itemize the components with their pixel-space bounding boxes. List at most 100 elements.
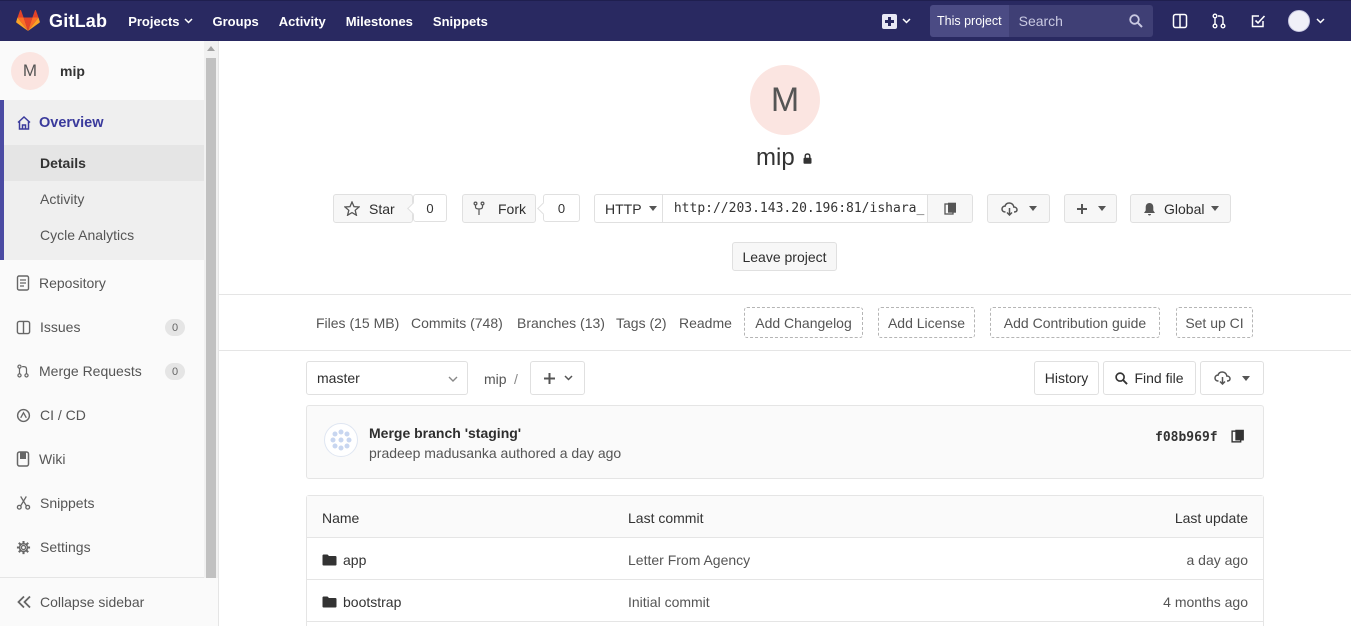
sidebar-item-repository[interactable]: Repository: [16, 275, 188, 291]
add-to-tree-dropdown[interactable]: [530, 361, 585, 395]
commit-author-line: pradeep madusanka authored a day ago: [369, 445, 622, 461]
project-name: mip: [756, 144, 795, 171]
scrollbar-thumb[interactable]: [206, 58, 216, 578]
todos-nav-button[interactable]: [1239, 13, 1278, 29]
ci-cd-icon: [16, 408, 31, 422]
search-input[interactable]: Search: [1008, 5, 1153, 37]
merge-requests-count-badge: 0: [165, 363, 185, 380]
commit-message-link[interactable]: Merge branch 'staging': [369, 425, 521, 441]
search-icon: [1115, 371, 1129, 385]
find-file-label: Find file: [1134, 370, 1184, 386]
sidebar-details-label: Details: [40, 155, 86, 171]
wiki-icon: [16, 451, 30, 467]
branches-stat-link[interactable]: Branches (13): [517, 315, 605, 331]
leave-project-button[interactable]: Leave project: [732, 242, 837, 271]
sidebar-project-link[interactable]: M mip: [11, 52, 85, 90]
main-nav: Projects Groups Activity Milestones Snip…: [128, 14, 508, 29]
star-count[interactable]: 0: [413, 194, 447, 222]
chevron-down-icon: [563, 375, 573, 381]
nav-projects[interactable]: Projects: [128, 14, 193, 29]
sidebar-item-merge-requests[interactable]: Merge Requests 0: [16, 363, 188, 380]
sidebar-wiki-label: Wiki: [39, 451, 66, 467]
user-menu-dropdown[interactable]: [1287, 10, 1325, 32]
caret-down-icon: [1242, 375, 1250, 381]
sidebar-settings-label: Settings: [40, 539, 91, 555]
search-scope-badge[interactable]: This project: [930, 5, 1009, 37]
commit-author-avatar[interactable]: [324, 423, 358, 457]
issues-nav-button[interactable]: [1161, 13, 1200, 29]
fork-button[interactable]: Fork: [462, 194, 536, 223]
sidebar-item-issues[interactable]: Issues 0: [16, 319, 188, 336]
copy-sha-button[interactable]: [1231, 429, 1245, 447]
last-update-time: 4 months ago: [1163, 594, 1248, 610]
search-icon: [1128, 14, 1143, 28]
fork-count[interactable]: 0: [543, 194, 580, 222]
add-contribution-guide-button[interactable]: Add Contribution guide: [990, 307, 1160, 338]
set-up-ci-button[interactable]: Set up CI: [1176, 307, 1253, 338]
download-cloud-icon: [1214, 371, 1231, 385]
nav-milestones[interactable]: Milestones: [346, 14, 413, 29]
branch-selector-dropdown[interactable]: master: [306, 361, 468, 395]
clone-protocol-label: HTTP: [605, 200, 642, 217]
sidebar-snippets-label: Snippets: [40, 495, 95, 511]
sidebar-item-overview[interactable]: Overview: [16, 115, 104, 131]
add-license-button[interactable]: Add License: [878, 307, 975, 338]
find-file-button[interactable]: Find file: [1103, 361, 1196, 395]
fork-icon: [473, 201, 485, 215]
last-update-time: a day ago: [1186, 552, 1249, 568]
history-button[interactable]: History: [1034, 361, 1099, 395]
last-commit-link[interactable]: Initial commit: [628, 594, 710, 610]
collapse-sidebar-button[interactable]: Collapse sidebar: [0, 577, 204, 626]
gitlab-home-link[interactable]: GitLab: [16, 10, 107, 32]
sidebar-scrollbar[interactable]: [204, 41, 218, 578]
sidebar-item-snippets[interactable]: Snippets: [16, 495, 188, 511]
file-name-link[interactable]: bootstrap: [322, 594, 401, 610]
clone-protocol-dropdown[interactable]: HTTP: [595, 195, 663, 222]
nav-snippets[interactable]: Snippets: [433, 14, 488, 29]
sidebar-project-name: mip: [60, 63, 85, 79]
download-cloud-icon: [1000, 201, 1018, 216]
new-dropdown-button[interactable]: [882, 13, 922, 29]
sidebar-item-settings[interactable]: Settings: [16, 539, 188, 555]
commit-sha-link[interactable]: f08b969f: [1155, 430, 1218, 445]
file-name-link[interactable]: app: [322, 552, 366, 568]
bell-icon: [1144, 202, 1155, 215]
sidebar-subitem-cycle-analytics[interactable]: Cycle Analytics: [40, 227, 134, 243]
clone-url-input[interactable]: http://203.143.20.196:81/ishara_: [663, 195, 929, 222]
sidebar-item-ci-cd[interactable]: CI / CD: [16, 407, 188, 423]
sidebar-overview-section: Overview Details Activity Cycle Analytic…: [0, 100, 204, 260]
star-label: Star: [369, 200, 395, 217]
issues-count-badge: 0: [165, 319, 185, 336]
files-stat-link[interactable]: Files (15 MB): [316, 315, 399, 331]
plus-icon: [543, 372, 555, 384]
star-count-value: 0: [426, 200, 434, 216]
stats-bottom-divider: [219, 350, 1351, 351]
search-box: This project Search: [930, 5, 1153, 37]
nav-activity[interactable]: Activity: [279, 14, 326, 29]
sidebar-subitem-details[interactable]: Details: [4, 145, 204, 181]
download-source-dropdown[interactable]: [1200, 361, 1264, 395]
fork-count-value: 0: [557, 200, 566, 216]
table-row: bootstrap Initial commit 4 months ago: [307, 580, 1263, 622]
add-dropdown-button[interactable]: [1064, 194, 1117, 223]
last-commit-link[interactable]: Letter From Agency: [628, 552, 750, 568]
sidebar-subitem-activity[interactable]: Activity: [40, 191, 84, 207]
nav-groups[interactable]: Groups: [213, 14, 259, 29]
download-dropdown-button[interactable]: [987, 194, 1050, 223]
todo-check-icon: [1251, 15, 1266, 28]
readme-link[interactable]: Readme: [679, 315, 732, 331]
breadcrumb-separator: /: [514, 371, 518, 387]
notification-dropdown-button[interactable]: Global: [1130, 194, 1231, 223]
scroll-up-arrow-icon[interactable]: [207, 46, 215, 51]
star-button[interactable]: Star: [333, 194, 413, 223]
double-chevron-left-icon: [17, 595, 31, 609]
commits-stat-link[interactable]: Commits (748): [411, 315, 503, 331]
add-changelog-button[interactable]: Add Changelog: [744, 307, 863, 338]
table-row: app Letter From Agency a day ago: [307, 538, 1263, 580]
sidebar-item-wiki[interactable]: Wiki: [16, 451, 188, 467]
tags-stat-link[interactable]: Tags (2): [616, 315, 667, 331]
copy-url-button[interactable]: [928, 195, 972, 222]
breadcrumb-root[interactable]: mip: [484, 371, 507, 387]
sidebar-merge-requests-label: Merge Requests: [39, 363, 142, 379]
merge-requests-nav-button[interactable]: [1200, 13, 1239, 29]
